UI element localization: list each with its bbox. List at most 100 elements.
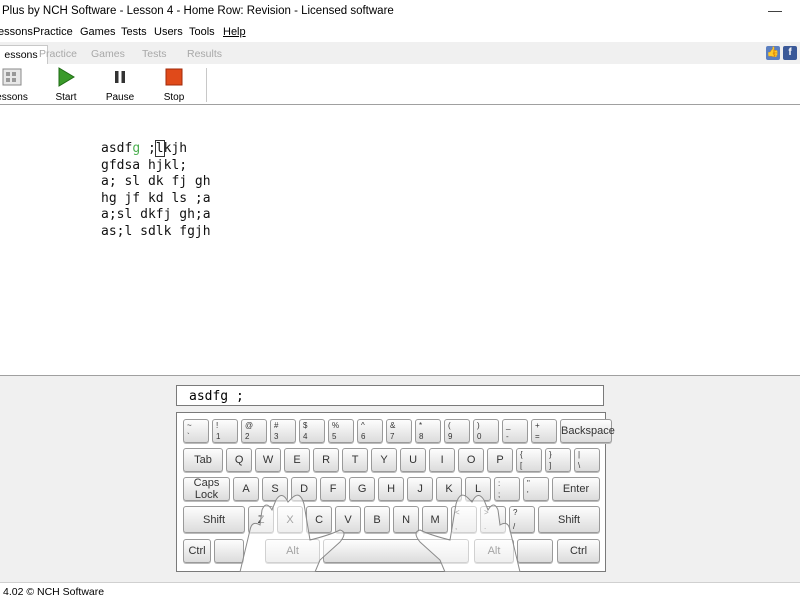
- tab-results[interactable]: Results: [187, 45, 222, 64]
- key-v-label: V: [344, 513, 352, 526]
- key-r: R: [313, 448, 340, 472]
- key-bracket-1: }]: [545, 448, 572, 472]
- menu-lessons[interactable]: essons: [0, 26, 33, 38]
- key-1-shift-label: !: [216, 421, 219, 430]
- key-12-shift-label: +: [535, 421, 540, 430]
- menu-users[interactable]: Users: [154, 26, 183, 38]
- key-shift-left-label: Shift: [202, 513, 225, 526]
- key-bracket-2: | \: [574, 448, 601, 472]
- stop-label: Stop: [163, 92, 185, 103]
- key-u-label: U: [409, 454, 418, 466]
- menu-tools[interactable]: Tools: [189, 26, 215, 38]
- key-11-shift-label: _: [506, 421, 511, 430]
- key-w-label: W: [262, 454, 274, 466]
- lesson-lines: asdfg ;lkjh gfdsa hjkl; a; sl dk fj gh hg j…: [101, 140, 211, 241]
- minimize-button[interactable]: —: [768, 2, 782, 18]
- key-o-label: O: [466, 454, 476, 466]
- key-bracket-0-shift-label: {: [520, 450, 523, 459]
- key-10: ) 0: [473, 419, 500, 443]
- key-shift-right-label: Shift: [557, 513, 580, 526]
- key-d-label: D: [300, 483, 309, 495]
- key-3-shift-label: #: [274, 421, 279, 430]
- key-7-shift-label: &: [390, 421, 396, 430]
- version-text: 4.02 © NCH Software: [3, 586, 105, 598]
- start-button[interactable]: Start: [41, 67, 91, 103]
- key-bracket-2-shift-label: |: [578, 450, 581, 459]
- menu-help[interactable]: Help: [223, 26, 246, 38]
- play-icon: [41, 67, 91, 87]
- key-punct2-2-label: /: [513, 522, 516, 531]
- key-0-shift-label: ~: [187, 421, 192, 430]
- pause-button[interactable]: Pause: [95, 67, 145, 103]
- tab-practice[interactable]: Practice: [39, 45, 77, 64]
- key-8-label: 8: [419, 432, 424, 441]
- key-punct2-0-shift-label: <: [455, 508, 460, 517]
- stop-icon: [149, 67, 199, 87]
- key-0: ~ `: [183, 419, 210, 443]
- key-shift-right: Shift: [538, 506, 600, 533]
- key-t: T: [342, 448, 369, 472]
- toolbar-separator: [206, 68, 207, 102]
- facebook-icon[interactable]: f: [783, 46, 797, 60]
- key-punct2-2-shift-label: ?: [513, 508, 518, 517]
- key-s: S: [262, 477, 289, 501]
- tab-tests[interactable]: Tests: [142, 45, 167, 64]
- key-8: * 8: [415, 419, 442, 443]
- key-p: P: [487, 448, 514, 472]
- thumbs-up-icon[interactable]: 👍: [766, 46, 780, 60]
- typing-input[interactable]: asdfg ;: [176, 385, 604, 406]
- key-c: C: [306, 506, 333, 533]
- key-shift-left: Shift: [183, 506, 245, 533]
- menu-practice[interactable]: Practice: [33, 26, 73, 38]
- key-ctrl-right-label: Ctrl: [569, 545, 588, 557]
- key-d: D: [291, 477, 318, 501]
- key-a: A: [233, 477, 260, 501]
- key-5: % 5: [328, 419, 355, 443]
- key-backspace: Backspace: [560, 419, 615, 443]
- key-x-label: X: [286, 513, 294, 526]
- status-bar: 4.02 © NCH Software: [0, 582, 800, 601]
- key-caps-lock-label: Caps Lock: [193, 477, 220, 501]
- key-y: Y: [371, 448, 398, 472]
- key-5-label: 5: [332, 432, 337, 441]
- lessons-button[interactable]: essons: [0, 67, 37, 103]
- tab-games[interactable]: Games: [91, 45, 125, 64]
- key-4-shift-label: $: [303, 421, 308, 430]
- key-space: [323, 539, 469, 563]
- key-punct2-1-label: .: [484, 522, 487, 531]
- key-bracket-0-label: [: [520, 461, 523, 470]
- key-y-label: Y: [380, 454, 388, 466]
- key-g: G: [349, 477, 376, 501]
- key-enter-label: Enter: [562, 483, 590, 495]
- key-t-label: T: [351, 454, 359, 466]
- menu-games[interactable]: Games: [80, 26, 115, 38]
- key-z: Z: [248, 506, 275, 533]
- key-p-label: P: [496, 454, 504, 466]
- key-punct-1-shift-label: ": [527, 479, 530, 488]
- key-s-label: S: [271, 483, 279, 495]
- key-punct2-1: >.: [480, 506, 507, 533]
- key-4: $4: [299, 419, 326, 443]
- key-bracket-1-shift-label: }: [549, 450, 552, 459]
- key-q: Q: [226, 448, 253, 472]
- window-title: Plus by NCH Software - Lesson 4 - Home R…: [2, 5, 394, 17]
- lessons-icon: [0, 67, 37, 87]
- key-2-label: 2: [245, 432, 250, 441]
- key-x: X: [277, 506, 304, 533]
- key-w: W: [255, 448, 282, 472]
- key-9-label: 9: [448, 432, 453, 441]
- key-l-label: L: [475, 483, 482, 495]
- pause-icon: [95, 67, 145, 87]
- key-bracket-1-label: ]: [549, 461, 552, 470]
- key-ctrl-left-label: Ctrl: [188, 545, 206, 557]
- lesson-line-4: hg jf kd ls ;a: [101, 190, 211, 206]
- menu-tests[interactable]: Tests: [121, 26, 147, 38]
- menu-bar: essons Practice Games Tests Users Tools …: [0, 24, 800, 42]
- key-b: B: [364, 506, 391, 533]
- stop-button[interactable]: Stop: [149, 67, 199, 103]
- lessons-label: essons: [0, 92, 28, 103]
- key-5-shift-label: %: [332, 421, 340, 430]
- key-n-label: N: [402, 513, 411, 526]
- key-j-label: J: [417, 483, 423, 495]
- lesson-line-2: gfdsa hjkl;: [101, 157, 188, 173]
